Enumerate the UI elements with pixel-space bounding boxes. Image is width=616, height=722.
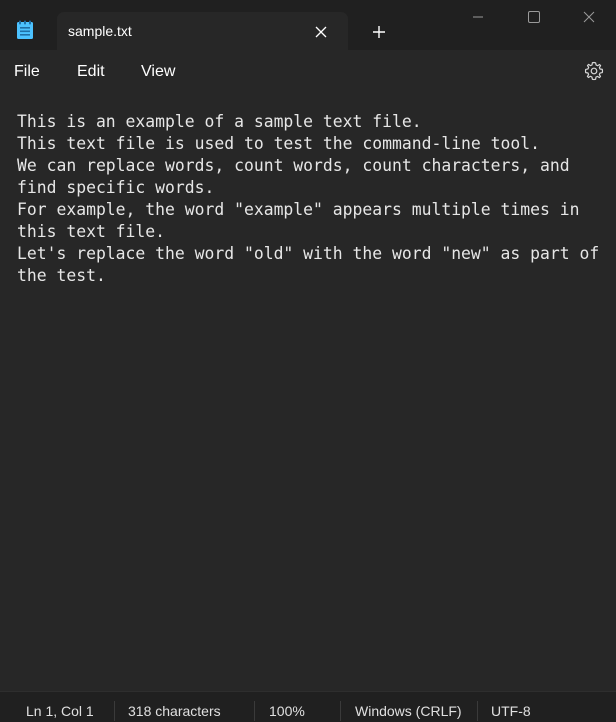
status-cursor-position[interactable]: Ln 1, Col 1 (26, 703, 94, 719)
tab-sample-txt[interactable]: sample.txt (57, 12, 348, 50)
minimize-icon (473, 16, 483, 18)
title-bar[interactable]: sample.txt (0, 0, 616, 50)
menu-file[interactable]: File (14, 63, 40, 81)
menu-view[interactable]: View (141, 63, 175, 81)
status-line-ending[interactable]: Windows (CRLF) (355, 703, 462, 719)
settings-button[interactable] (582, 59, 606, 83)
window-close-button[interactable] (562, 0, 616, 34)
tab-title: sample.txt (68, 23, 132, 39)
minimize-button[interactable] (450, 0, 506, 34)
menu-edit[interactable]: Edit (77, 63, 105, 81)
gear-icon (584, 61, 604, 81)
close-icon (315, 26, 327, 38)
close-icon (583, 11, 595, 23)
new-tab-button[interactable] (366, 19, 392, 45)
status-divider (114, 701, 115, 721)
status-divider (254, 701, 255, 721)
tab-close-button[interactable] (310, 21, 332, 43)
status-encoding[interactable]: UTF-8 (491, 703, 531, 719)
notepad-icon (16, 20, 34, 40)
maximize-button[interactable] (506, 0, 562, 34)
editor-content[interactable]: This is an example of a sample text file… (17, 111, 612, 287)
maximize-icon (528, 11, 540, 23)
text-editor[interactable]: This is an example of a sample text file… (0, 94, 616, 691)
plus-icon (373, 26, 385, 38)
status-bar: Ln 1, Col 1 318 characters 100% Windows … (0, 691, 616, 722)
status-zoom[interactable]: 100% (269, 703, 305, 719)
status-divider (340, 701, 341, 721)
status-divider (477, 701, 478, 721)
notepad-window: sample.txt File Edit View This is an exa… (0, 0, 616, 722)
menu-bar: File Edit View (0, 50, 616, 94)
status-character-count: 318 characters (128, 703, 221, 719)
